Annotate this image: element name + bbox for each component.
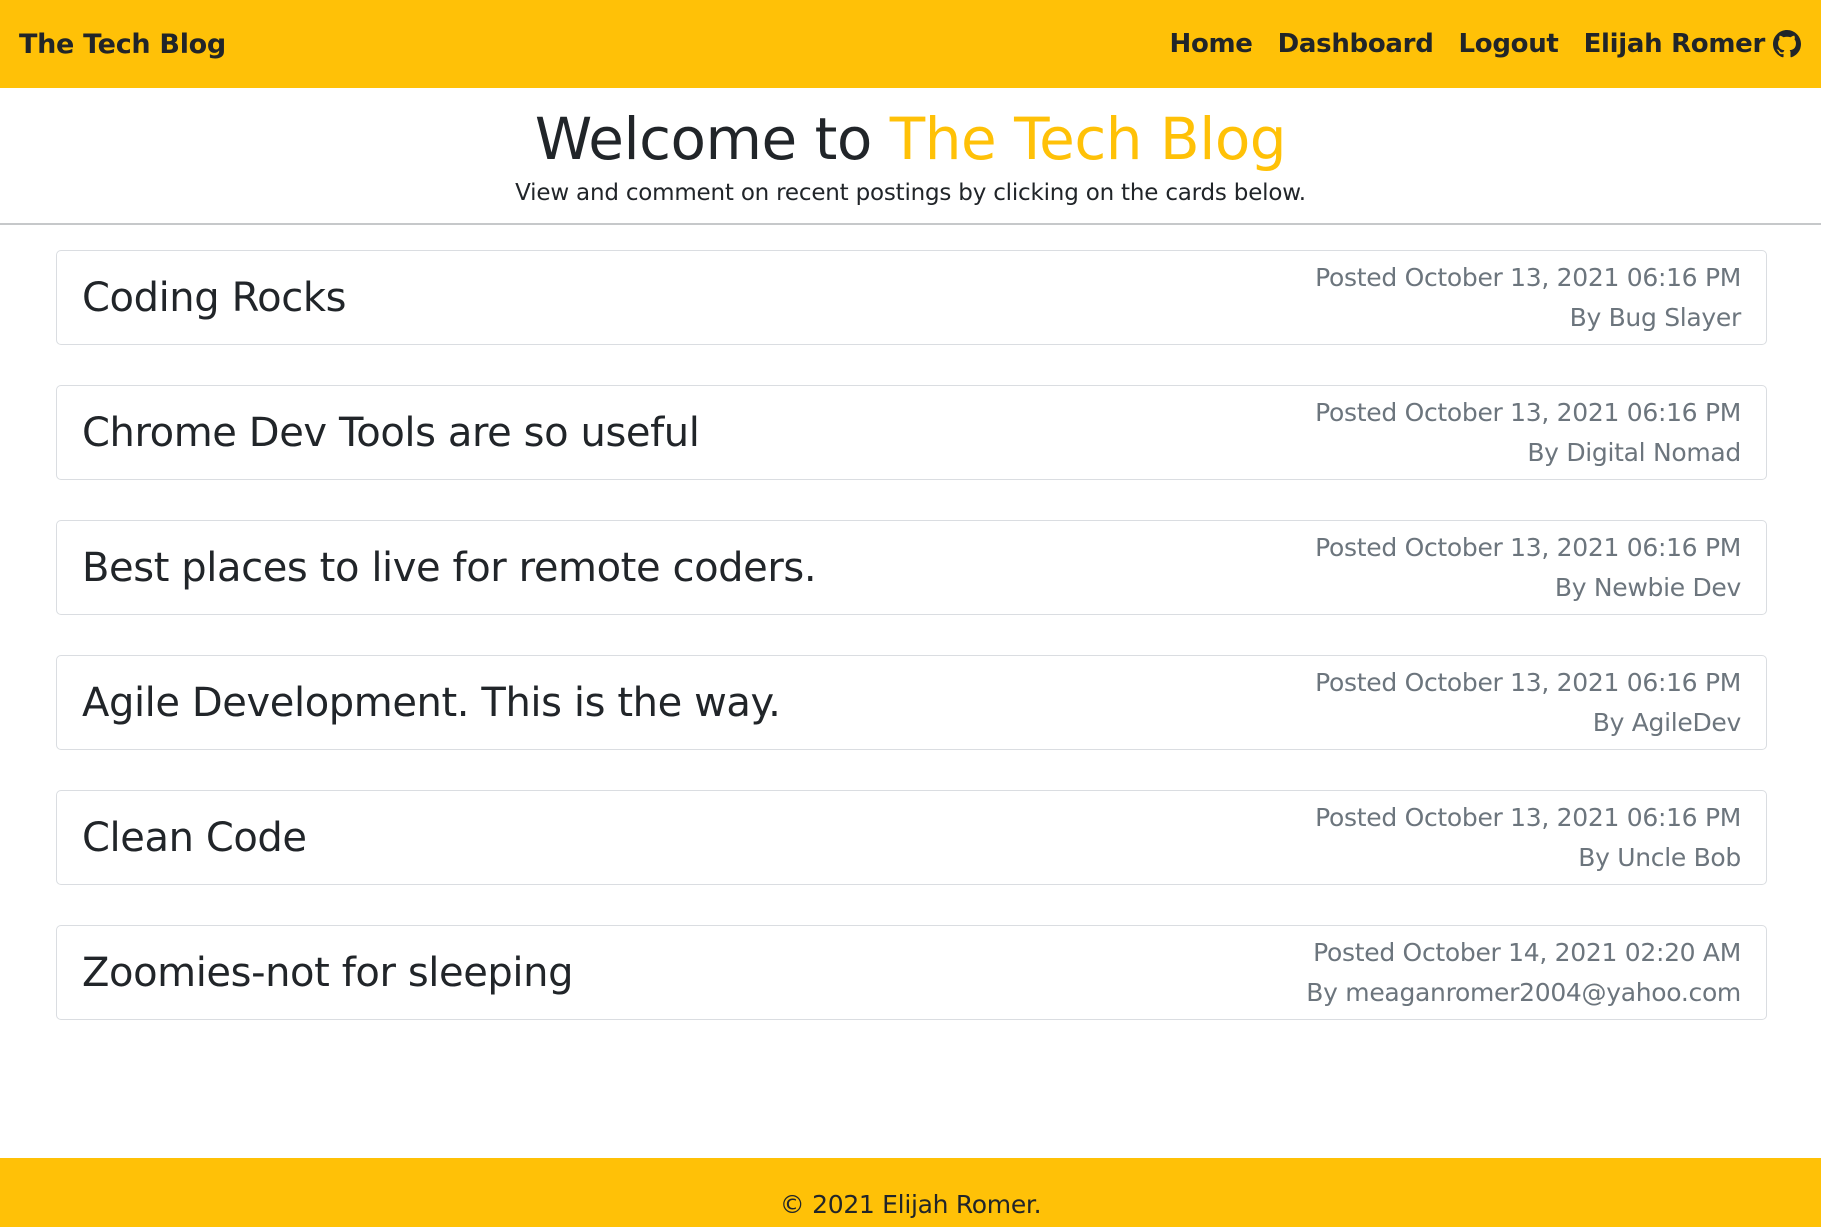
post-author: By AgileDev [1592, 707, 1742, 737]
page: The Tech Blog Home Dashboard Logout Elij… [0, 0, 1821, 1227]
post-date: Posted October 13, 2021 06:16 PM [1315, 262, 1741, 292]
footer-copyright: © 2021 Elijah Romer. [779, 1190, 1042, 1219]
post-title: Zoomies-not for sleeping [82, 949, 574, 996]
post-date: Posted October 13, 2021 06:16 PM [1315, 667, 1741, 697]
hero-header: Welcome to The Tech Blog View and commen… [0, 88, 1821, 225]
github-icon [1773, 30, 1801, 58]
post-title: Best places to live for remote coders. [82, 544, 817, 591]
post-card[interactable]: Clean Code Posted October 13, 2021 06:16… [56, 790, 1767, 885]
post-meta: Posted October 13, 2021 06:16 PM By Newb… [1315, 528, 1741, 608]
nav-home-link[interactable]: Home [1169, 29, 1252, 59]
post-author: By Uncle Bob [1578, 842, 1741, 872]
nav-links: Home Dashboard Logout Elijah Romer [1169, 29, 1801, 59]
post-author: By Bug Slayer [1569, 302, 1742, 332]
title-accent: The Tech Blog [889, 105, 1287, 173]
post-card[interactable]: Chrome Dev Tools are so useful Posted Oc… [56, 385, 1767, 480]
post-title: Agile Development. This is the way. [82, 679, 781, 726]
post-date: Posted October 14, 2021 02:20 AM [1313, 937, 1741, 967]
post-title: Coding Rocks [82, 274, 347, 321]
post-date: Posted October 13, 2021 06:16 PM [1315, 802, 1741, 832]
post-title: Clean Code [82, 814, 307, 861]
post-card[interactable]: Coding Rocks Posted October 13, 2021 06:… [56, 250, 1767, 345]
post-meta: Posted October 13, 2021 06:16 PM By Uncl… [1315, 798, 1741, 878]
post-card[interactable]: Agile Development. This is the way. Post… [56, 655, 1767, 750]
post-author: By Newbie Dev [1554, 572, 1741, 602]
navbar: The Tech Blog Home Dashboard Logout Elij… [0, 0, 1821, 88]
post-card[interactable]: Best places to live for remote coders. P… [56, 520, 1767, 615]
page-subtitle: View and comment on recent postings by c… [515, 180, 1306, 206]
post-list: Coding Rocks Posted October 13, 2021 06:… [56, 250, 1767, 1060]
post-author: By meaganromer2004@yahoo.com [1306, 977, 1741, 1007]
title-prefix: Welcome to [534, 105, 890, 173]
post-author: By Digital Nomad [1527, 437, 1741, 467]
footer: © 2021 Elijah Romer. [0, 1158, 1821, 1227]
nav-user-name: Elijah Romer [1583, 29, 1766, 59]
post-title: Chrome Dev Tools are so useful [82, 409, 700, 456]
post-date: Posted October 13, 2021 06:16 PM [1315, 532, 1741, 562]
post-meta: Posted October 13, 2021 06:16 PM By Agil… [1315, 663, 1741, 743]
brand-link[interactable]: The Tech Blog [19, 29, 226, 60]
post-meta: Posted October 13, 2021 06:16 PM By Digi… [1315, 393, 1741, 473]
nav-dashboard-link[interactable]: Dashboard [1278, 29, 1434, 59]
post-card[interactable]: Zoomies-not for sleeping Posted October … [56, 925, 1767, 1020]
post-meta: Posted October 13, 2021 06:16 PM By Bug … [1315, 258, 1741, 338]
post-meta: Posted October 14, 2021 02:20 AM By meag… [1306, 933, 1741, 1013]
page-title: Welcome to The Tech Blog [0, 107, 1821, 171]
nav-user-link[interactable]: Elijah Romer [1584, 29, 1801, 59]
nav-logout-link[interactable]: Logout [1459, 29, 1559, 59]
post-date: Posted October 13, 2021 06:16 PM [1315, 397, 1741, 427]
